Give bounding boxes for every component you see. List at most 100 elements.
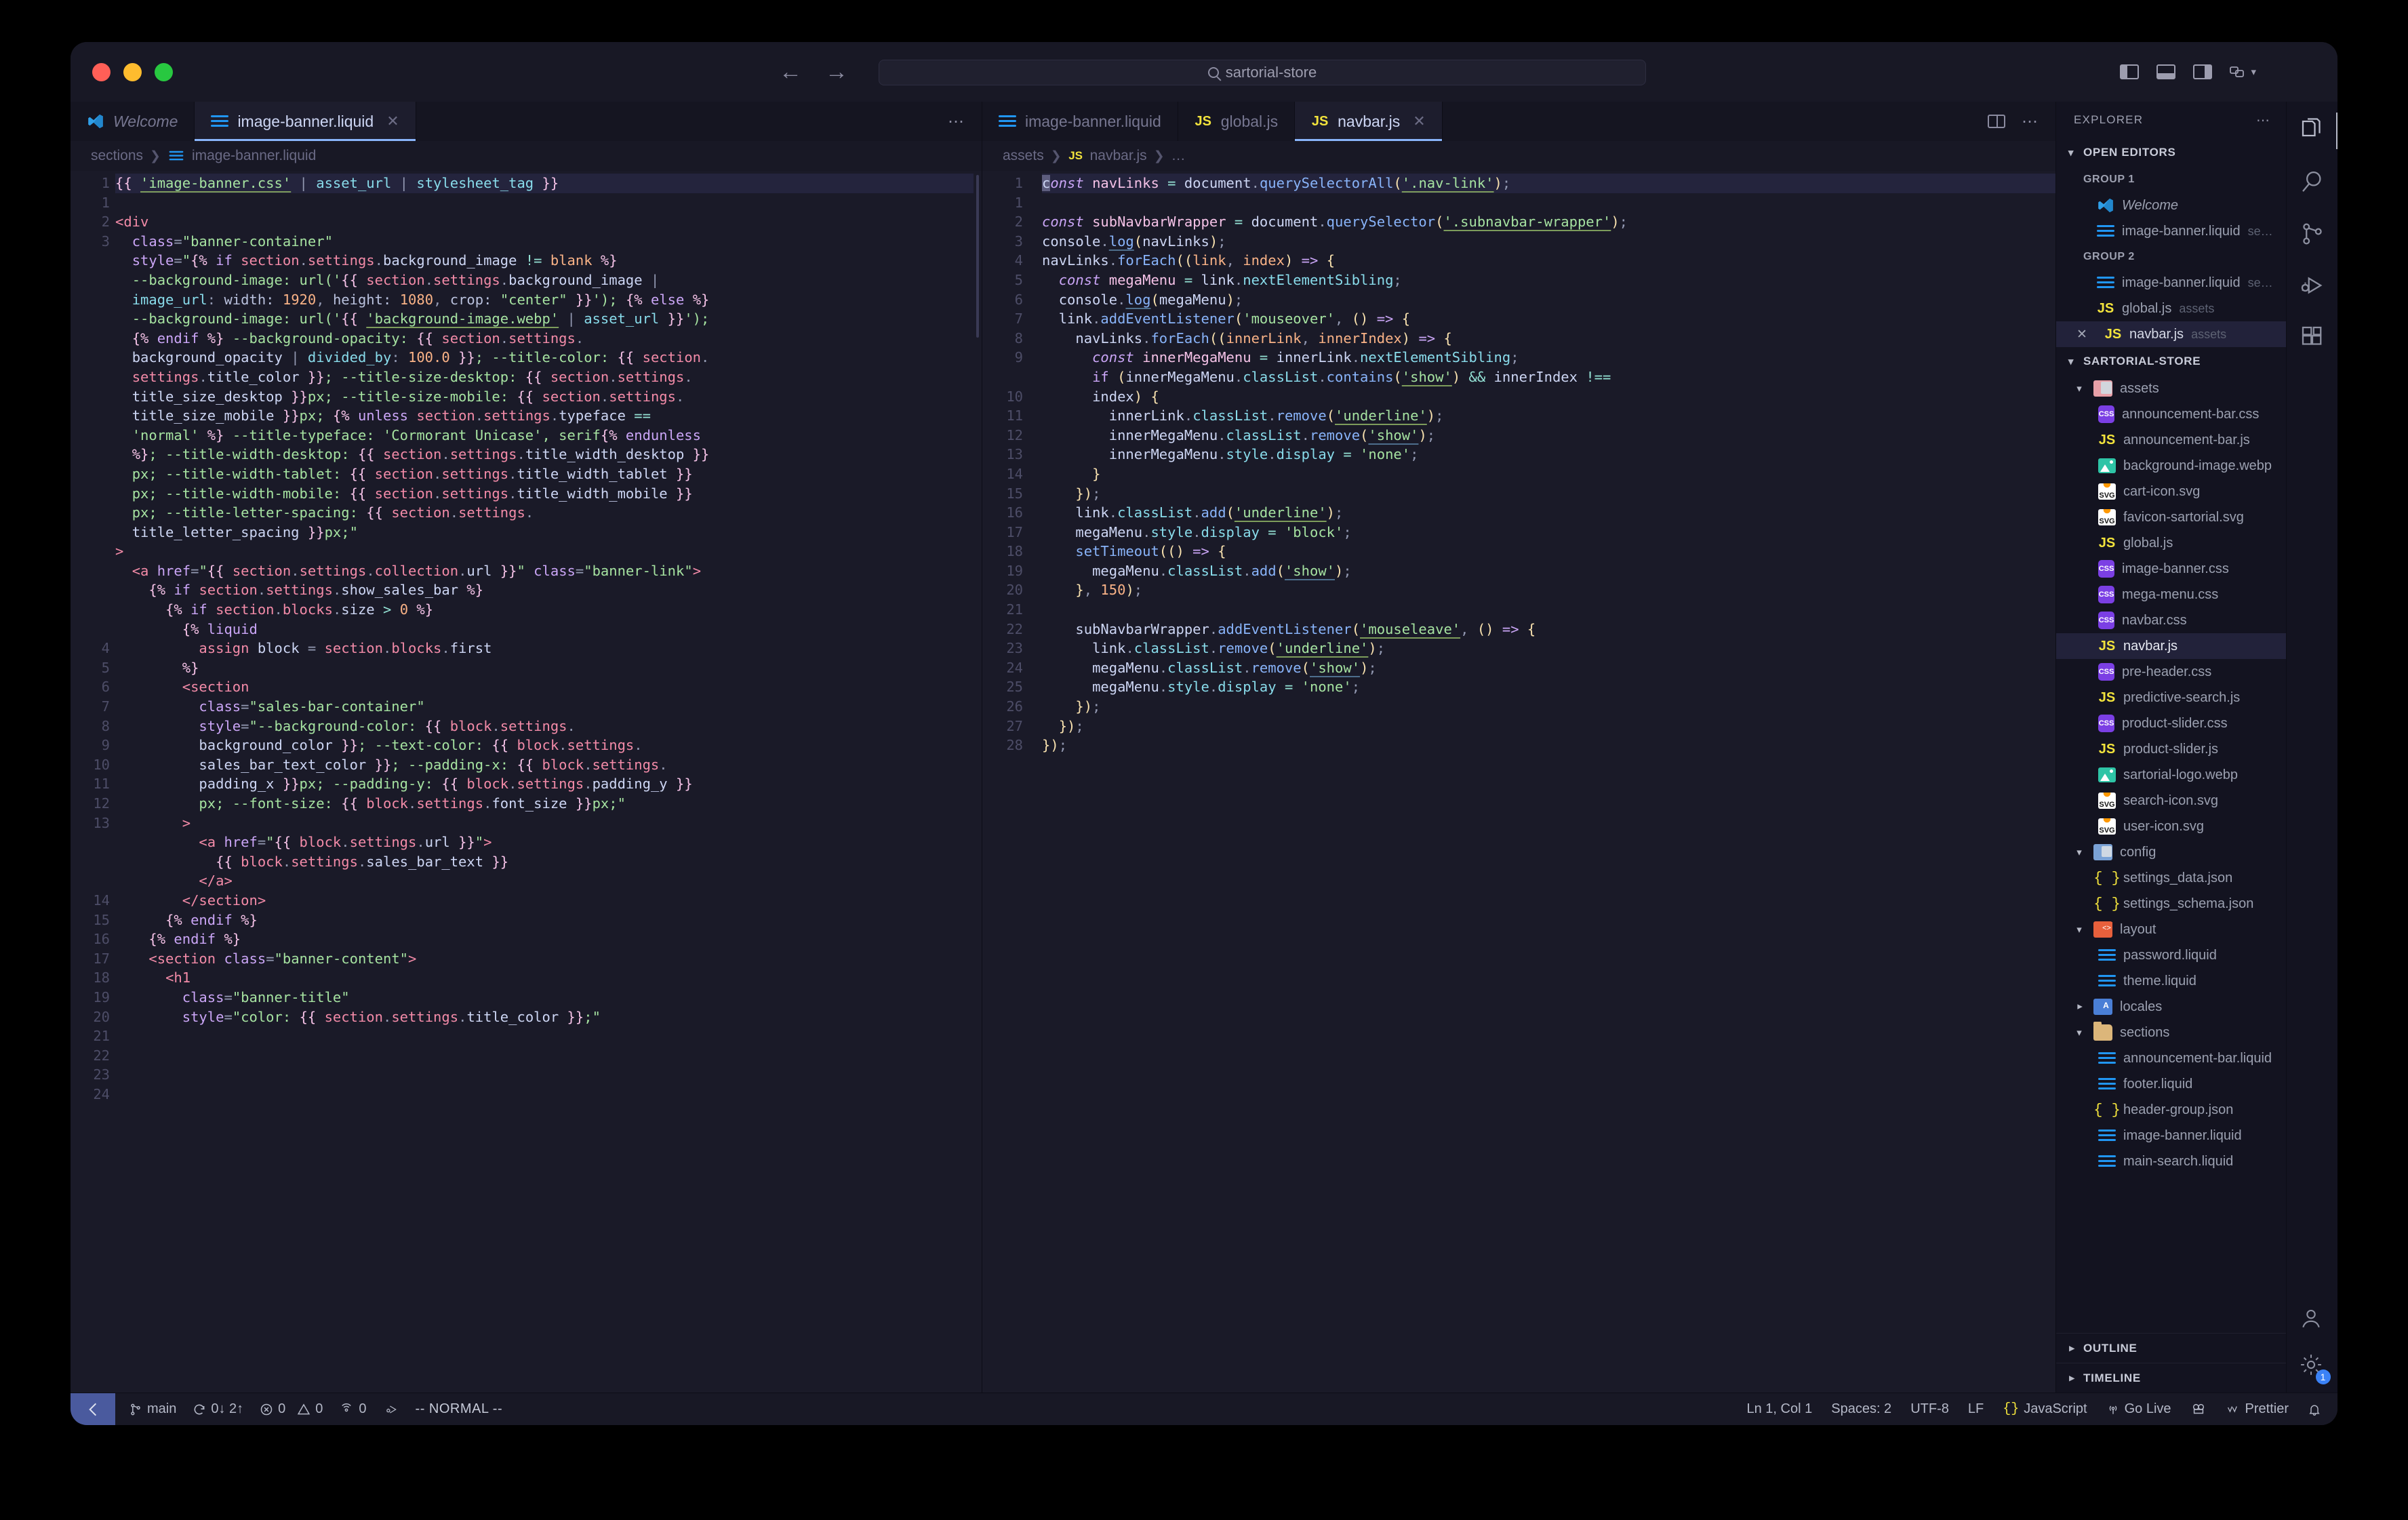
notifications-bell-icon[interactable] — [2308, 1402, 2321, 1417]
tree-file-pre-header.css[interactable]: CSS pre-header.css — [2056, 659, 2286, 685]
more-actions-icon[interactable]: ⋯ — [2022, 112, 2038, 132]
tree-folder-layout[interactable]: ▾ layout — [2056, 917, 2286, 942]
open-editor-image-banner-liquid-g1[interactable]: image-banner.liquid se… — [2056, 218, 2286, 244]
tab-welcome[interactable]: Welcome — [71, 102, 195, 141]
window-controls[interactable] — [92, 62, 173, 81]
breadcrumb-item[interactable]: sections — [91, 148, 143, 164]
tree-file-mega-menu.css[interactable]: CSS mega-menu.css — [2056, 582, 2286, 607]
problems-indicator[interactable]: 0 0 — [260, 1401, 323, 1417]
open-editor-welcome[interactable]: Welcome — [2056, 193, 2286, 218]
breadcrumb-item[interactable]: assets — [1003, 148, 1044, 164]
editor-2-code-area[interactable]: 1 1 2 3 4 5 6 7 8 9 10 11 12 13 14 15 16… — [982, 171, 2055, 1393]
close-tab-icon[interactable]: ✕ — [386, 113, 399, 130]
toggle-primary-sidebar-icon[interactable] — [2120, 64, 2140, 79]
extensions-icon[interactable] — [2298, 323, 2327, 351]
remote-window-indicator[interactable] — [71, 1393, 115, 1425]
editor-2-source[interactable]: const navLinks = document.querySelectorA… — [1037, 171, 2055, 1393]
tree-file-announcement-bar.liquid[interactable]: announcement-bar.liquid — [2056, 1045, 2286, 1071]
command-center[interactable]: sartorial-store — [879, 60, 1646, 85]
tab-navbar-js[interactable]: JS navbar.js ✕ — [1295, 102, 1443, 141]
cursor-position[interactable]: Ln 1, Col 1 — [1747, 1401, 1813, 1417]
go-live-button[interactable]: Go Live — [2106, 1401, 2171, 1417]
tree-file-image-banner.css[interactable]: CSS image-banner.css — [2056, 556, 2286, 582]
go-back-icon[interactable]: ← — [779, 60, 802, 83]
open-editor-global-js[interactable]: JS global.js assets — [2056, 296, 2286, 321]
tree-file-favicon-sartorial.svg[interactable]: SVG favicon-sartorial.svg — [2056, 504, 2286, 530]
toggle-panel-icon[interactable] — [2156, 64, 2176, 79]
tree-file-product-slider.js[interactable]: JS product-slider.js — [2056, 736, 2286, 762]
eol-setting[interactable]: LF — [1968, 1401, 1984, 1417]
editor-1-source[interactable]: {{ 'image-banner.css' | asset_url | styl… — [110, 171, 982, 1393]
explorer-icon[interactable] — [2298, 113, 2337, 149]
breadcrumb-item[interactable]: navbar.js — [1090, 148, 1147, 164]
prettier-indicator[interactable]: Prettier — [2226, 1401, 2289, 1417]
editor-1-minimap[interactable] — [974, 171, 982, 1393]
tree-folder-config[interactable]: ▾ config — [2056, 839, 2286, 865]
editor-1-code-area[interactable]: 1 1 2 3 4 5 6 7 8 9 10 11 12 13 14 15 16… — [71, 171, 982, 1393]
tree-file-navbar.js[interactable]: JS navbar.js — [2056, 633, 2286, 659]
tree-file-predictive-search.js[interactable]: JS predictive-search.js — [2056, 685, 2286, 711]
open-editor-image-banner-liquid-g2[interactable]: image-banner.liquid se… — [2056, 270, 2286, 296]
git-branch-indicator[interactable]: main — [129, 1401, 176, 1417]
tree-folder-sections[interactable]: ▾ sections — [2056, 1020, 2286, 1045]
tree-file-navbar.css[interactable]: CSS navbar.css — [2056, 607, 2286, 633]
close-editor-icon[interactable]: ✕ — [2076, 327, 2090, 342]
close-tab-icon[interactable]: ✕ — [1413, 113, 1425, 130]
project-section-header[interactable]: ▾ SARTORIAL-STORE — [2056, 347, 2286, 376]
tree-file-sartorial-logo.webp[interactable]: sartorial-logo.webp — [2056, 762, 2286, 788]
tab-global-js[interactable]: JS global.js — [1178, 102, 1296, 141]
tree-file-search-icon.svg[interactable]: SVG search-icon.svg — [2056, 788, 2286, 814]
accounts-icon[interactable] — [2298, 1306, 2327, 1334]
tree-file-password.liquid[interactable]: password.liquid — [2056, 942, 2286, 968]
debug-indicator[interactable] — [383, 1403, 399, 1416]
remote-tunnel-icon[interactable] — [2190, 1402, 2207, 1417]
titlebar-layout-controls[interactable]: ▾ — [2120, 64, 2256, 79]
outline-section-header[interactable]: ▾ OUTLINE — [2056, 1333, 2286, 1363]
breadcrumb[interactable]: assets ❯ JS navbar.js ❯ … — [982, 141, 2055, 171]
tab-image-banner-liquid[interactable]: image-banner.liquid ✕ — [195, 102, 416, 141]
tree-file-background-image.webp[interactable]: background-image.webp — [2056, 453, 2286, 479]
tree-folder-assets[interactable]: ▾ assets — [2056, 376, 2286, 401]
editor-group-2-actions[interactable]: ⋯ — [1988, 102, 2055, 141]
more-actions-icon[interactable]: ⋯ — [948, 112, 964, 132]
source-control-icon[interactable] — [2298, 220, 2327, 248]
run-debug-icon[interactable] — [2298, 271, 2327, 300]
tree-file-announcement-bar.css[interactable]: CSS announcement-bar.css — [2056, 401, 2286, 427]
timeline-section-header[interactable]: ▾ TIMELINE — [2056, 1363, 2286, 1393]
tree-file-header-group.json[interactable]: { } header-group.json — [2056, 1097, 2286, 1123]
go-forward-icon[interactable]: → — [825, 60, 848, 83]
breadcrumb[interactable]: sections ❯ image-banner.liquid — [71, 141, 982, 171]
open-editors-section-header[interactable]: ▾ OPEN EDITORS — [2056, 138, 2286, 167]
indentation-setting[interactable]: Spaces: 2 — [1831, 1401, 1891, 1417]
git-sync-indicator[interactable]: 0↓ 2↑ — [193, 1401, 243, 1417]
tree-file-footer.liquid[interactable]: footer.liquid — [2056, 1071, 2286, 1097]
maximize-window-button[interactable] — [155, 62, 173, 81]
file-tree[interactable]: ▾ assets CSS announcement-bar.css JS announce… — [2056, 376, 2286, 1333]
editor-group-1-actions[interactable]: ⋯ — [948, 102, 982, 141]
navigation-arrows[interactable]: ← → — [779, 60, 848, 83]
customize-layout-icon[interactable]: ▾ — [2230, 64, 2256, 79]
open-editor-navbar-js[interactable]: ✕ JS navbar.js assets — [2056, 321, 2286, 347]
explorer-more-icon[interactable]: ⋯ — [2256, 112, 2271, 129]
tree-file-image-banner.liquid[interactable]: image-banner.liquid — [2056, 1123, 2286, 1148]
encoding-setting[interactable]: UTF-8 — [1910, 1401, 1949, 1417]
language-mode[interactable]: {} JavaScript — [2003, 1401, 2087, 1417]
tree-file-settings_data.json[interactable]: { } settings_data.json — [2056, 865, 2286, 891]
breadcrumb-item[interactable]: image-banner.liquid — [192, 148, 316, 164]
breadcrumb-item[interactable]: … — [1171, 148, 1186, 164]
close-window-button[interactable] — [92, 62, 111, 81]
search-icon[interactable] — [2298, 168, 2327, 197]
tree-folder-locales[interactable]: ▾ locales — [2056, 994, 2286, 1020]
split-editor-icon[interactable] — [1988, 115, 2005, 128]
settings-gear-icon[interactable]: 1 — [2298, 1352, 2331, 1384]
tree-file-global.js[interactable]: JS global.js — [2056, 530, 2286, 556]
ports-indicator[interactable]: 0 — [339, 1401, 367, 1417]
tree-file-settings_schema.json[interactable]: { } settings_schema.json — [2056, 891, 2286, 917]
tree-file-theme.liquid[interactable]: theme.liquid — [2056, 968, 2286, 994]
tab-image-banner-liquid-2[interactable]: image-banner.liquid — [982, 102, 1178, 141]
minimize-window-button[interactable] — [123, 62, 142, 81]
tree-file-product-slider.css[interactable]: CSS product-slider.css — [2056, 711, 2286, 736]
tree-file-main-search.liquid[interactable]: main-search.liquid — [2056, 1148, 2286, 1174]
tree-file-cart-icon.svg[interactable]: SVG cart-icon.svg — [2056, 479, 2286, 504]
tree-file-announcement-bar.js[interactable]: JS announcement-bar.js — [2056, 427, 2286, 453]
